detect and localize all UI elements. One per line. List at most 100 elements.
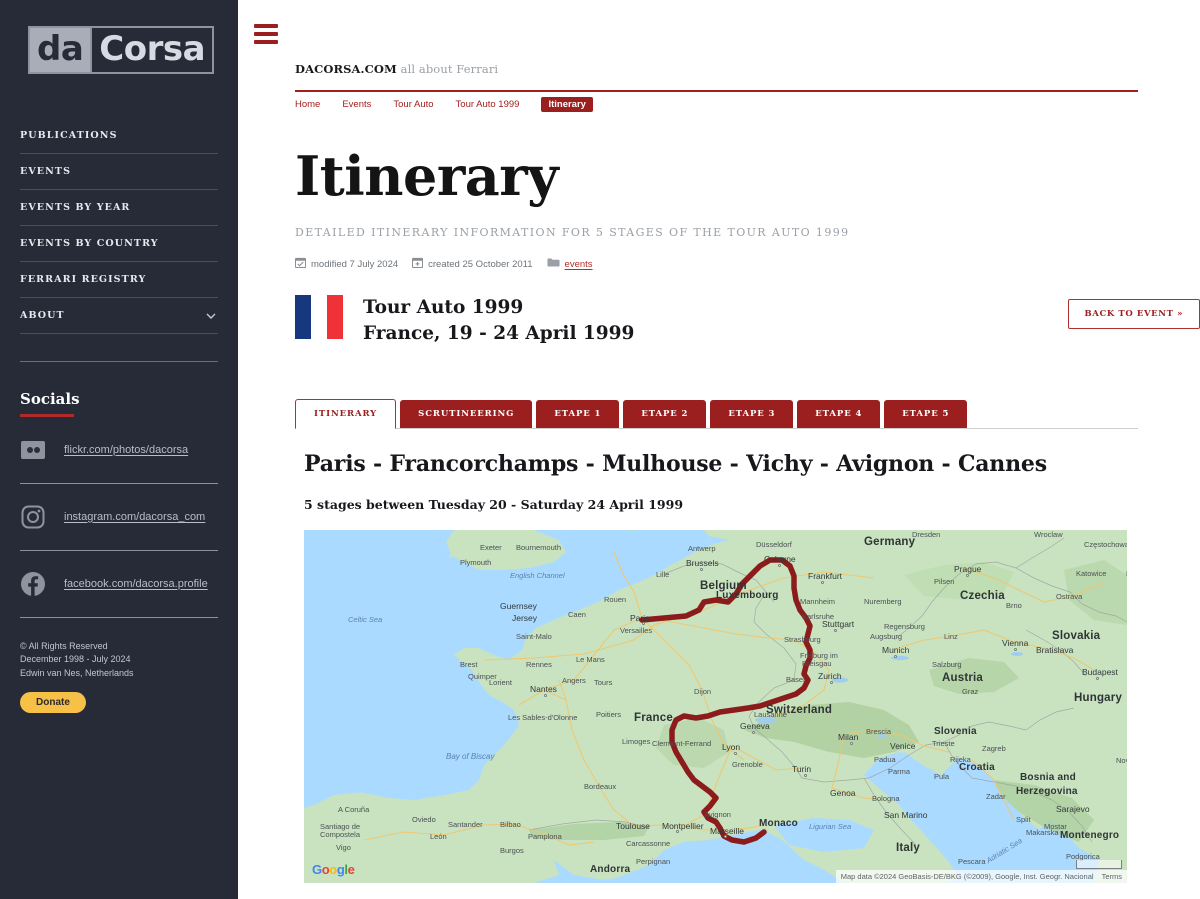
breadcrumb-item-itinerary[interactable]: Itinerary bbox=[541, 97, 593, 112]
metadata-category: events bbox=[547, 257, 593, 271]
sidebar: da Corsa PUBLICATIONS EVENTS EVENTS BY YE… bbox=[0, 0, 238, 899]
google-letter: G bbox=[312, 862, 322, 877]
metadata-modified: modified 7 July 2024 bbox=[294, 257, 399, 271]
tab-scrutineering[interactable]: SCRUTINEERING bbox=[400, 400, 533, 428]
map-city-dot bbox=[830, 681, 833, 684]
social-link-label: flickr.com/photos/dacorsa bbox=[64, 443, 189, 456]
flickr-icon bbox=[20, 437, 46, 463]
sidebar-item-label: EVENTS BY YEAR bbox=[20, 202, 131, 213]
back-to-event-button[interactable]: BACK TO EVENT » bbox=[1067, 299, 1200, 329]
map-city-dot bbox=[850, 742, 853, 745]
sidebar-item-publications[interactable]: PUBLICATIONS bbox=[20, 118, 218, 154]
google-letter: o bbox=[329, 862, 337, 877]
map-scale-bar bbox=[1076, 860, 1122, 869]
event-header: Tour Auto 1999 France, 19 - 24 April 199… bbox=[295, 295, 1200, 355]
map-canvas bbox=[304, 530, 1127, 883]
logo-text-corsa: Corsa bbox=[90, 28, 213, 72]
chevron-down-icon bbox=[206, 311, 216, 321]
site-title: DACORSA.COM all about Ferrari bbox=[295, 62, 1200, 76]
sidebar-item-events-by-country[interactable]: EVENTS BY COUNTRY bbox=[20, 226, 218, 262]
map-city-dot bbox=[894, 655, 897, 658]
sidebar-item-label: EVENTS bbox=[20, 166, 72, 177]
site-logo[interactable]: da Corsa bbox=[28, 26, 215, 74]
map-city-dot bbox=[734, 752, 737, 755]
tab-etape-5[interactable]: ETAPE 5 bbox=[884, 400, 968, 428]
map-terms-link[interactable]: Terms bbox=[1102, 872, 1122, 881]
copyright-line-3: Edwin van Nes, Netherlands bbox=[20, 667, 134, 678]
stages-note: 5 stages between Tuesday 20 - Saturday 2… bbox=[304, 497, 684, 512]
map-city-dot bbox=[544, 694, 547, 697]
sidebar-item-label: FERRARI REGISTRY bbox=[20, 274, 147, 285]
breadcrumb-bar: Home Events Tour Auto Tour Auto 1999 Iti… bbox=[295, 90, 1138, 112]
facebook-icon bbox=[20, 571, 46, 597]
hamburger-bar bbox=[254, 40, 278, 44]
sidebar-item-label: EVENTS BY COUNTRY bbox=[20, 238, 159, 249]
copyright-line-2: December 1998 - July 2024 bbox=[20, 654, 131, 664]
hamburger-menu-icon[interactable] bbox=[254, 24, 278, 44]
event-info: Tour Auto 1999 France, 19 - 24 April 199… bbox=[363, 295, 634, 348]
sidebar-item-about[interactable]: ABOUT bbox=[20, 298, 218, 334]
page-metadata: modified 7 July 2024 created 25 October … bbox=[294, 257, 1200, 271]
map-city-dot bbox=[676, 830, 679, 833]
social-link-label: facebook.com/dacorsa.profile bbox=[64, 577, 208, 590]
donate-button[interactable]: Donate bbox=[20, 692, 86, 713]
logo-text-da: da bbox=[30, 28, 91, 72]
page-title: Itinerary bbox=[295, 144, 559, 208]
france-flag-icon bbox=[295, 295, 343, 339]
breadcrumb-item-tour-auto-1999[interactable]: Tour Auto 1999 bbox=[456, 99, 520, 110]
sidebar-nav: PUBLICATIONS EVENTS EVENTS BY YEAR EVENT… bbox=[0, 118, 238, 334]
metadata-created-label: created 25 October 2011 bbox=[428, 258, 533, 270]
map-city-dot bbox=[778, 564, 781, 567]
map-city-dot bbox=[700, 568, 703, 571]
map-city-dot bbox=[752, 731, 755, 734]
breadcrumb: Home Events Tour Auto Tour Auto 1999 Iti… bbox=[295, 92, 1138, 112]
route-heading: Paris - Francorchamps - Mulhouse - Vichy… bbox=[304, 451, 1047, 477]
metadata-created: created 25 October 2011 bbox=[412, 257, 533, 271]
site-tagline: all about Ferrari bbox=[396, 62, 499, 76]
hamburger-bar bbox=[254, 32, 278, 36]
sidebar-item-ferrari-registry[interactable]: FERRARI REGISTRY bbox=[20, 262, 218, 298]
tab-etape-1[interactable]: ETAPE 1 bbox=[536, 400, 620, 428]
metadata-category-link[interactable]: events bbox=[565, 259, 593, 270]
page-subtitle: DETAILED ITINERARY INFORMATION FOR 5 STA… bbox=[295, 226, 850, 239]
event-location-dates: France, 19 - 24 April 1999 bbox=[363, 323, 635, 345]
content-column: DACORSA.COM all about Ferrari Home Event… bbox=[294, 0, 1200, 883]
map-city-dot bbox=[966, 574, 969, 577]
social-link-facebook[interactable]: facebook.com/dacorsa.profile bbox=[20, 551, 218, 618]
social-link-instagram[interactable]: instagram.com/dacorsa_com bbox=[20, 484, 218, 551]
main-content: DACORSA.COM all about Ferrari Home Event… bbox=[238, 0, 1200, 899]
breadcrumb-item-events[interactable]: Events bbox=[342, 99, 371, 110]
event-name: Tour Auto 1999 bbox=[363, 297, 524, 318]
logo-wrapper: da Corsa bbox=[0, 0, 238, 74]
google-logo: Google bbox=[312, 862, 355, 877]
social-link-flickr[interactable]: flickr.com/photos/dacorsa bbox=[20, 417, 218, 484]
folder-icon bbox=[547, 257, 565, 271]
tab-itinerary[interactable]: ITINERARY bbox=[295, 399, 397, 429]
tab-bar: ITINERARY SCRUTINEERING ETAPE 1 ETAPE 2 … bbox=[295, 399, 1138, 429]
copyright-block: © All Rights Reserved December 1998 - Ju… bbox=[20, 640, 218, 681]
map-city-dot bbox=[821, 581, 824, 584]
sidebar-item-label: PUBLICATIONS bbox=[20, 130, 118, 141]
flag-stripe-blue bbox=[295, 295, 311, 339]
metadata-modified-label: modified 7 July 2024 bbox=[311, 258, 399, 270]
sidebar-item-label: ABOUT bbox=[20, 310, 65, 321]
map-city-dot bbox=[1096, 677, 1099, 680]
tab-etape-4[interactable]: ETAPE 4 bbox=[797, 400, 881, 428]
map-city-dot bbox=[1014, 648, 1017, 651]
tab-etape-2[interactable]: ETAPE 2 bbox=[623, 400, 707, 428]
sidebar-item-events[interactable]: EVENTS bbox=[20, 154, 218, 190]
hamburger-bar bbox=[254, 24, 278, 28]
tab-etape-3[interactable]: ETAPE 3 bbox=[710, 400, 794, 428]
map-city-dot bbox=[642, 622, 645, 625]
sidebar-divider bbox=[20, 334, 218, 362]
social-link-label: instagram.com/dacorsa_com bbox=[64, 510, 206, 523]
map-city-dot bbox=[724, 835, 727, 838]
sidebar-item-events-by-year[interactable]: EVENTS BY YEAR bbox=[20, 190, 218, 226]
google-letter: e bbox=[347, 862, 355, 877]
breadcrumb-item-home[interactable]: Home bbox=[295, 99, 320, 110]
map-city-dot bbox=[804, 774, 807, 777]
breadcrumb-item-tour-auto[interactable]: Tour Auto bbox=[393, 99, 433, 110]
route-map[interactable]: Belgium Germany Luxembourg France Switze… bbox=[304, 530, 1127, 883]
instagram-icon bbox=[20, 504, 46, 530]
copyright-line-1: © All Rights Reserved bbox=[20, 640, 108, 651]
